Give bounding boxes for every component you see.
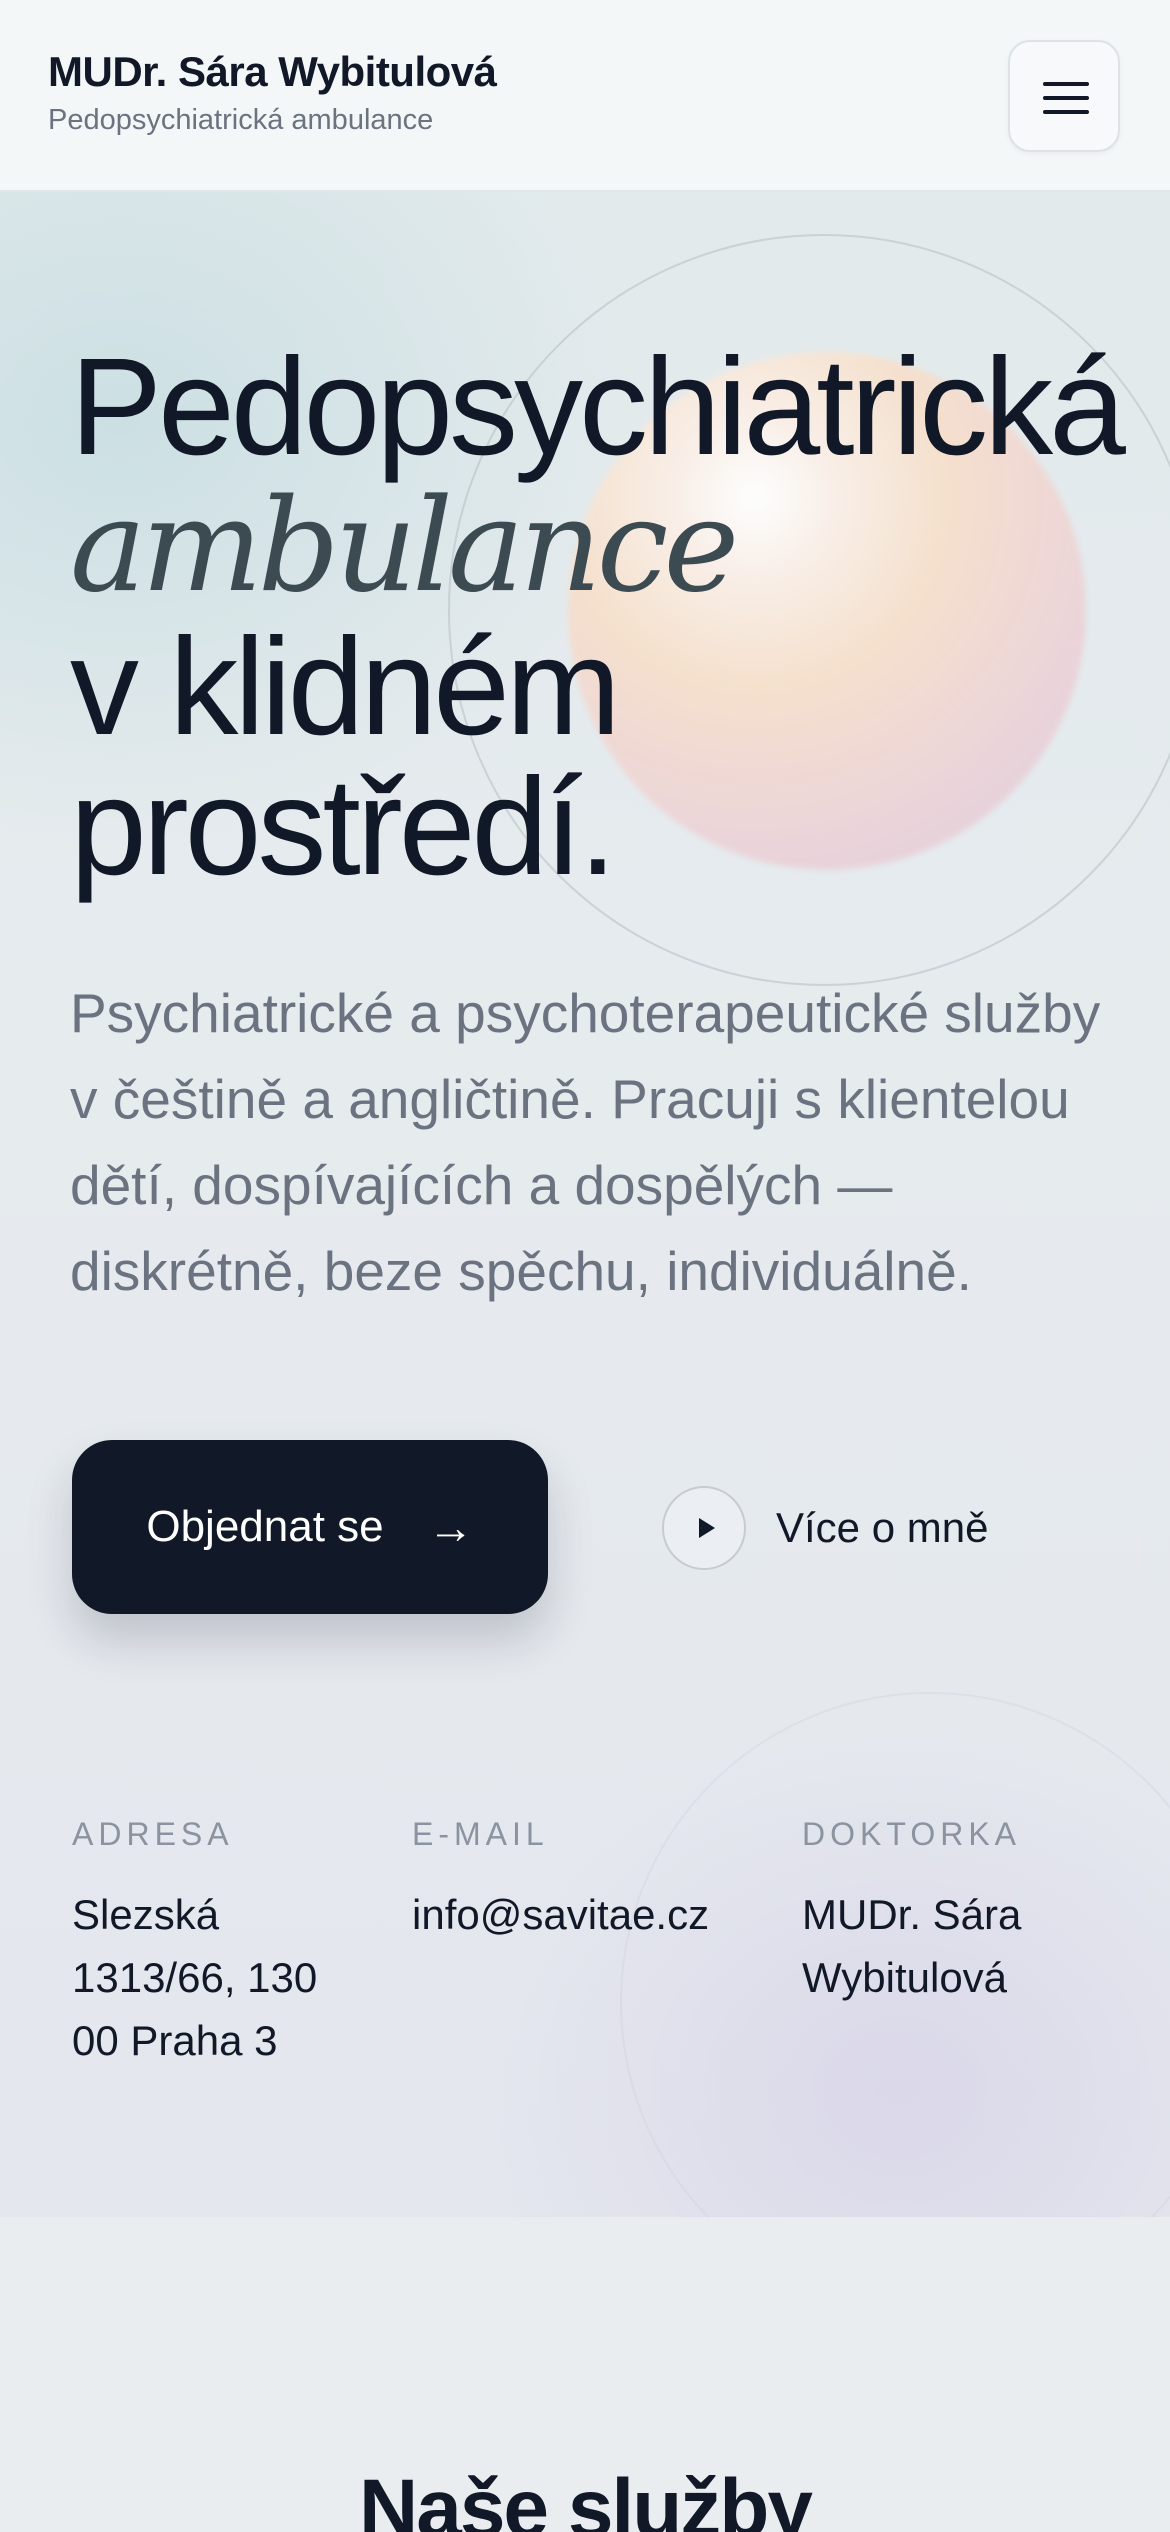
hero-title: Pedopsychiatrická ambulance v klidném pr… (70, 330, 1126, 904)
brand-name[interactable]: MUDr. Sára Wybitulová (48, 48, 497, 96)
about-me-link[interactable]: Více o mně (662, 1482, 988, 1574)
arrow-right-icon: → (427, 1501, 474, 1553)
address-line: 00 Praha 3 (72, 2017, 278, 2064)
book-appointment-button[interactable]: Objednat se → (72, 1440, 548, 1614)
doctor-line: MUDr. Sára (802, 1891, 1022, 1938)
hamburger-menu-icon (1043, 96, 1089, 100)
site-header: MUDr. Sára Wybitulová Pedopsychiatrická … (0, 0, 1170, 192)
address-line: 1313/66, 130 (72, 1954, 318, 2001)
address-block: ADRESA Slezská 1313/66, 130 00 Praha 3 (72, 1816, 372, 2072)
email-link[interactable]: info@savitae.cz (412, 1883, 772, 1946)
play-icon (662, 1486, 746, 1570)
doctor-line: Wybitulová (802, 1954, 1008, 2001)
hero-title-accent: ambulance (70, 472, 739, 621)
hamburger-menu-icon (1043, 82, 1089, 86)
menu-button[interactable] (1008, 40, 1120, 152)
address-value: Slezská 1313/66, 130 00 Praha 3 (72, 1883, 372, 2072)
hero-title-line: Pedopsychiatrická (70, 330, 1126, 484)
services-section: Naše služby (0, 2217, 1170, 2532)
hero-title-line: v klidném (70, 610, 621, 764)
services-title: Naše služby (359, 2463, 813, 2532)
hero-lead: Psychiatrické a psychoterapeutické služb… (70, 982, 1101, 1302)
brand-subtitle: Pedopsychiatrická ambulance (48, 104, 434, 136)
address-label: ADRESA (72, 1816, 234, 1852)
hamburger-menu-icon (1043, 110, 1089, 114)
book-appointment-label: Objednat se (146, 1502, 384, 1551)
doctor-block: DOKTORKA MUDr. Sára Wybitulová (802, 1816, 1132, 2009)
doctor-label: DOKTORKA (802, 1816, 1021, 1852)
address-line: Slezská (72, 1891, 220, 1938)
hero-title-line: prostředí. (70, 750, 617, 904)
doctor-value: MUDr. Sára Wybitulová (802, 1883, 1132, 2009)
hero-section: Pedopsychiatrická ambulance v klidném pr… (0, 192, 1170, 2217)
email-block: E-MAIL info@savitae.cz (412, 1816, 772, 1946)
about-me-label: Více o mně (776, 1504, 989, 1551)
email-label: E-MAIL (412, 1816, 549, 1852)
